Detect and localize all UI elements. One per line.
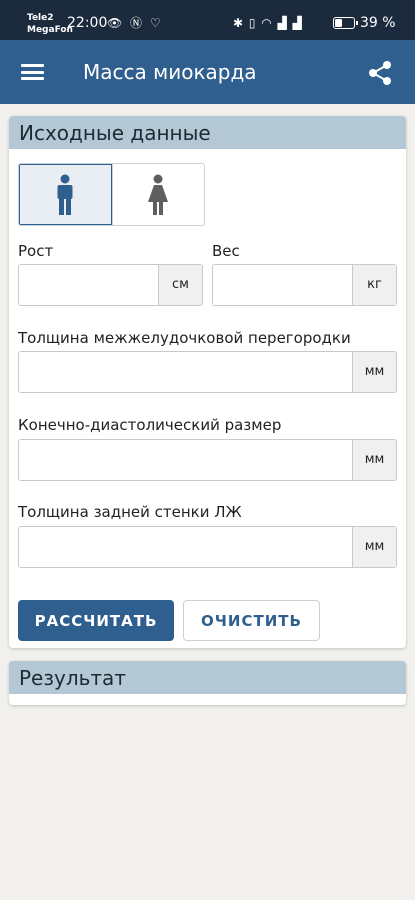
battery-percent: 39 % bbox=[360, 15, 396, 31]
clock: 22:00 bbox=[67, 15, 108, 31]
height-input[interactable] bbox=[19, 265, 158, 305]
result-section-title: Результат bbox=[9, 661, 406, 694]
edd-field: мм bbox=[18, 439, 397, 481]
app-bar: Масса миокарда bbox=[0, 40, 415, 104]
height-field: см bbox=[18, 264, 203, 306]
ivs-unit: мм bbox=[352, 352, 396, 392]
pw-field: мм bbox=[18, 526, 397, 568]
male-toggle[interactable] bbox=[19, 164, 112, 225]
ivs-input[interactable] bbox=[19, 352, 352, 392]
input-card: Исходные данные Рост см Вес кг Толщина м… bbox=[9, 116, 406, 648]
input-section-title: Исходные данные bbox=[9, 116, 406, 149]
weight-label: Вес bbox=[212, 242, 240, 260]
clear-button[interactable]: ОЧИСТИТЬ bbox=[183, 600, 320, 641]
menu-icon[interactable] bbox=[21, 64, 44, 80]
height-label: Рост bbox=[18, 242, 54, 260]
pw-input[interactable] bbox=[19, 527, 352, 567]
connectivity-icons: ✱ ▯ ◠ ▟ ▟ bbox=[233, 16, 303, 30]
app-title: Масса миокарда bbox=[83, 60, 257, 84]
weight-field: кг bbox=[212, 264, 397, 306]
female-icon bbox=[148, 174, 169, 215]
notification-icons: 👁 Ⓝ ♡ bbox=[107, 16, 163, 30]
female-toggle[interactable] bbox=[111, 164, 205, 225]
male-icon bbox=[57, 174, 73, 215]
status-bar: Tele2 MegaFon 22:00 👁 Ⓝ ♡ ✱ ▯ ◠ ▟ ▟ 39 % bbox=[0, 0, 415, 40]
weight-unit: кг bbox=[352, 265, 396, 305]
edd-input[interactable] bbox=[19, 440, 352, 480]
edd-unit: мм bbox=[352, 440, 396, 480]
ivs-field: мм bbox=[18, 351, 397, 393]
edd-label: Конечно-диастолический размер bbox=[18, 416, 282, 434]
ivs-label: Толщина межжелудочковой перегородки bbox=[18, 329, 351, 347]
calculate-button[interactable]: РАССЧИТАТЬ bbox=[18, 600, 174, 641]
battery-icon bbox=[333, 17, 358, 29]
result-card: Результат bbox=[9, 661, 406, 705]
share-icon[interactable] bbox=[366, 59, 394, 87]
pw-unit: мм bbox=[352, 527, 396, 567]
height-unit: см bbox=[158, 265, 202, 305]
pw-label: Толщина задней стенки ЛЖ bbox=[18, 503, 242, 521]
battery-level bbox=[335, 19, 342, 27]
weight-input[interactable] bbox=[213, 265, 352, 305]
gender-selector bbox=[18, 163, 205, 226]
